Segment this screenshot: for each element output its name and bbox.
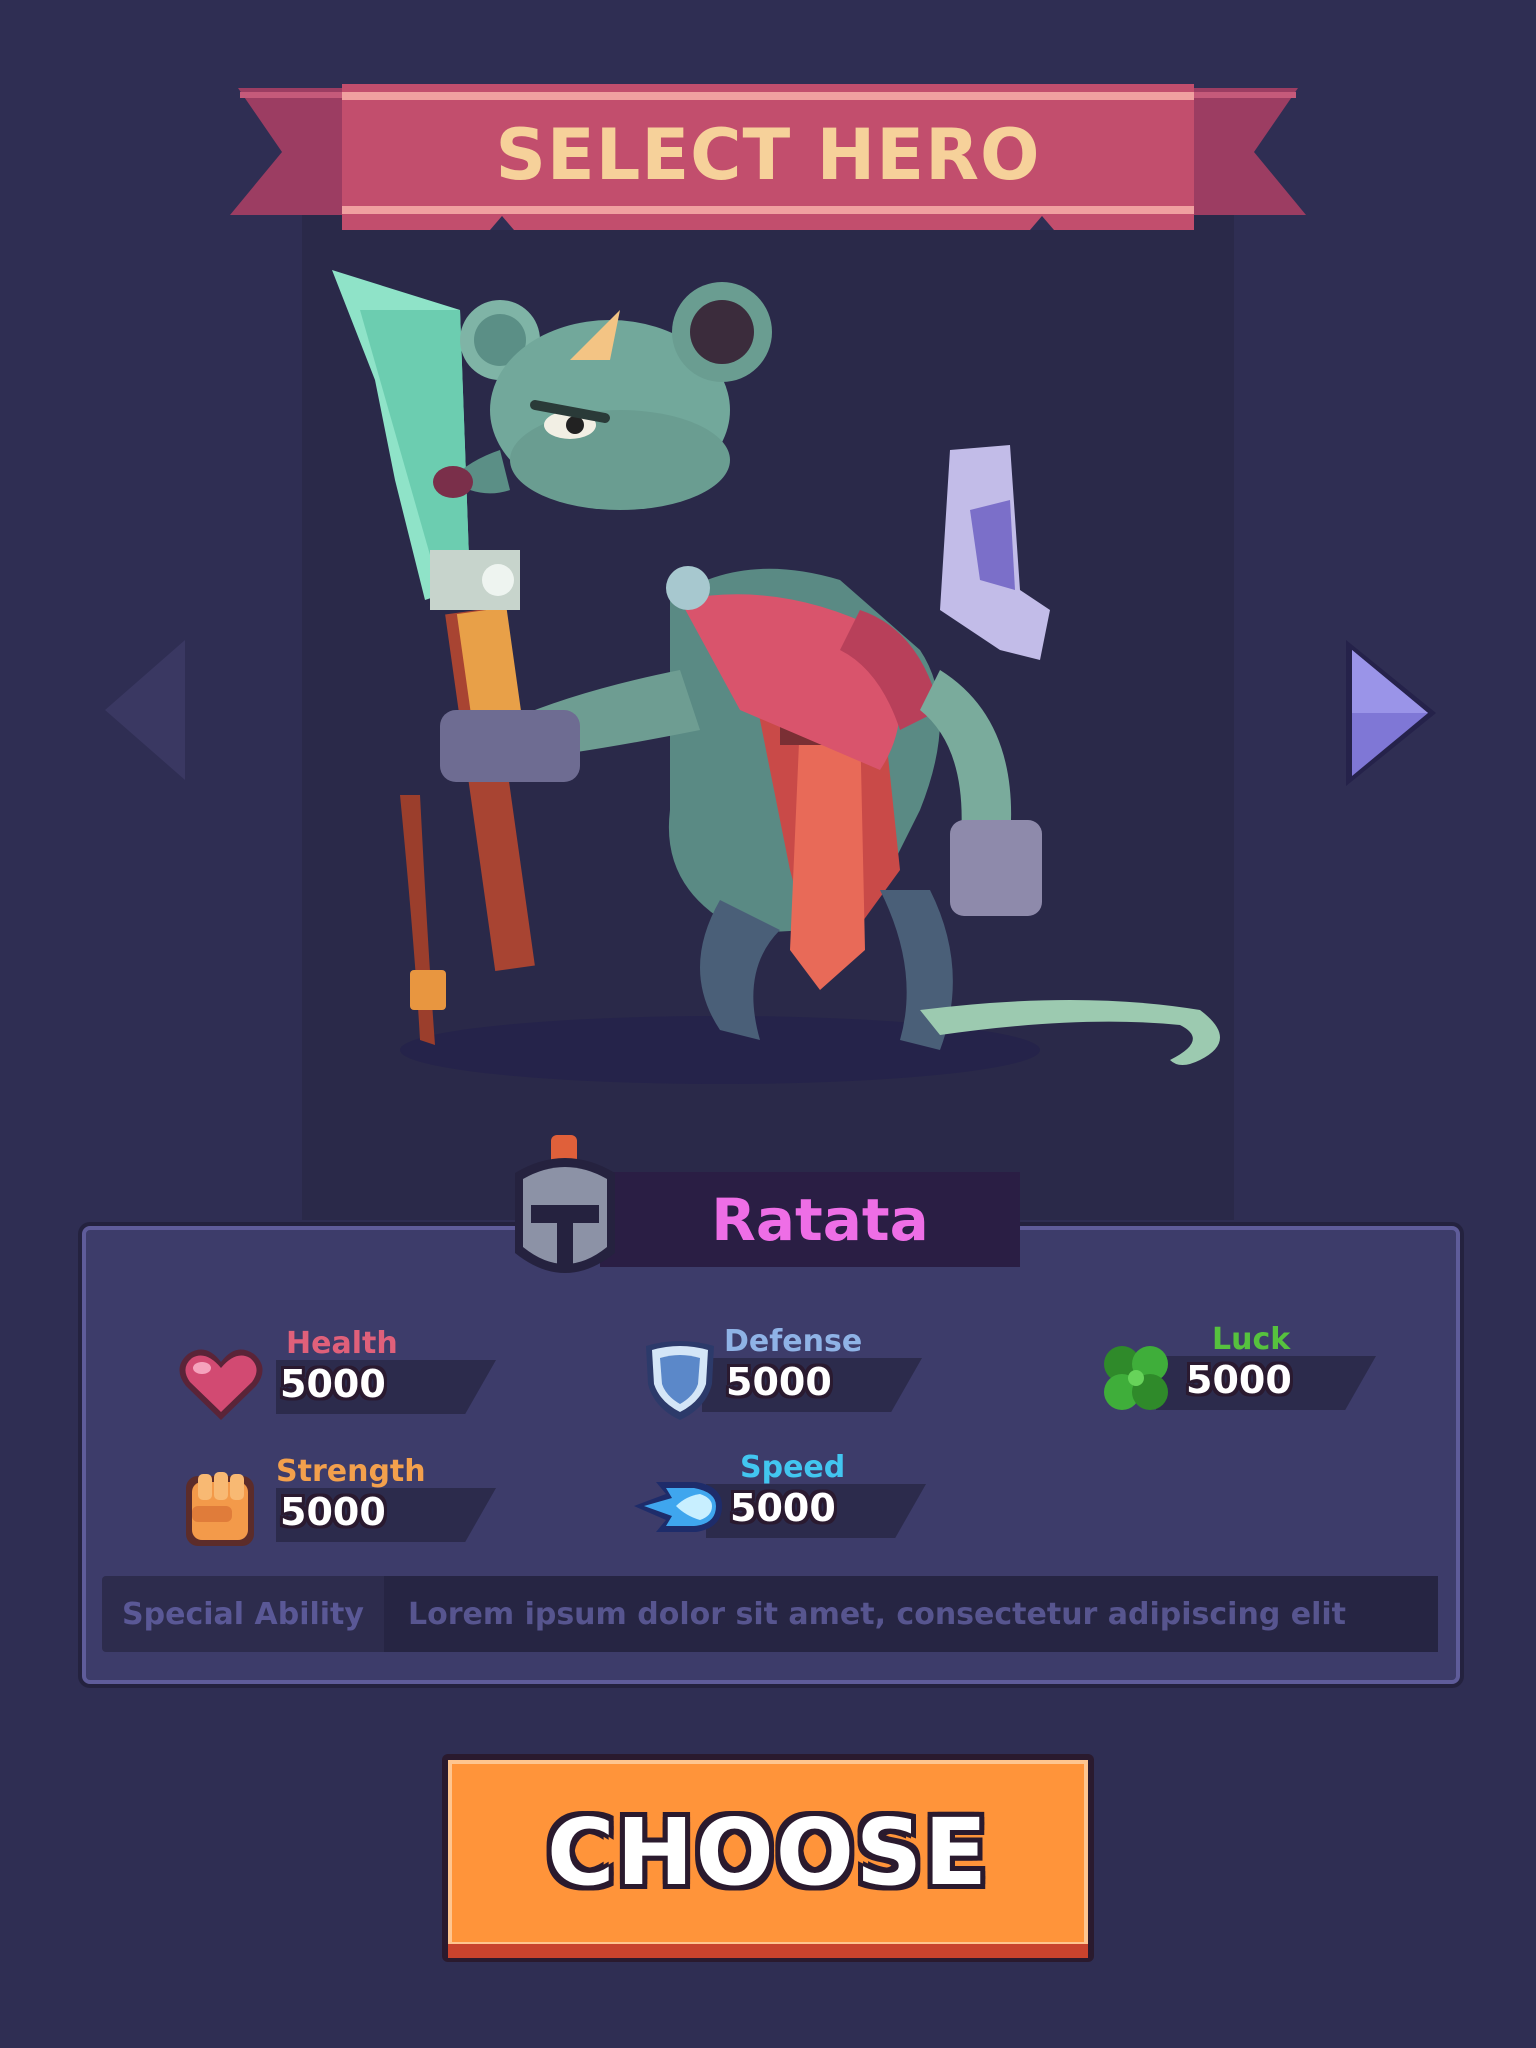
triangle-right-icon [1346,640,1436,786]
stat-label: Luck [1212,1322,1291,1357]
special-ability-description: Lorem ipsum dolor sit amet, consectetur … [384,1576,1438,1652]
stat-defense: Defense 5000 [642,1324,922,1424]
stat-strength: Strength 5000 [176,1454,496,1554]
stat-label: Speed [740,1450,846,1485]
helmet-icon [515,1135,615,1273]
hero-name-tag: Ratata [600,1172,1020,1267]
fist-icon [186,1472,254,1546]
stat-label: Defense [724,1324,863,1359]
stat-value: 5000 [280,1490,386,1534]
stat-label: Health [286,1326,398,1361]
hero-illustration [332,270,1220,1084]
special-ability-label: Special Ability [122,1596,364,1632]
heart-icon [179,1349,263,1420]
page-title: SELECT HERO [495,114,1041,196]
stat-value: 5000 [726,1360,832,1404]
special-ability-bar: Special Ability Lorem ipsum dolor sit am… [102,1576,1438,1652]
shield-icon [646,1341,714,1420]
stat-label: Strength [276,1454,426,1489]
stat-luck: Luck 5000 [1096,1322,1376,1422]
previous-hero-button[interactable] [95,640,195,790]
stat-value: 5000 [730,1486,836,1530]
stat-health: Health 5000 [176,1326,496,1426]
hero-name: Ratata [711,1185,929,1254]
title-ribbon: SELECT HERO [230,40,1306,230]
stat-speed: Speed 5000 [626,1450,926,1550]
triangle-left-icon [105,640,185,780]
choose-button[interactable]: CHOOSE [442,1754,1094,1962]
stats-panel: Health 5000 Defense 5000 Luck 5000 Stren… [82,1226,1460,1684]
stat-value: 5000 [1186,1358,1292,1402]
next-hero-button[interactable] [1340,640,1440,790]
speed-icon [634,1482,722,1532]
choose-button-label: CHOOSE [546,1798,990,1906]
clover-icon [1104,1346,1168,1410]
stat-value: 5000 [280,1362,386,1406]
